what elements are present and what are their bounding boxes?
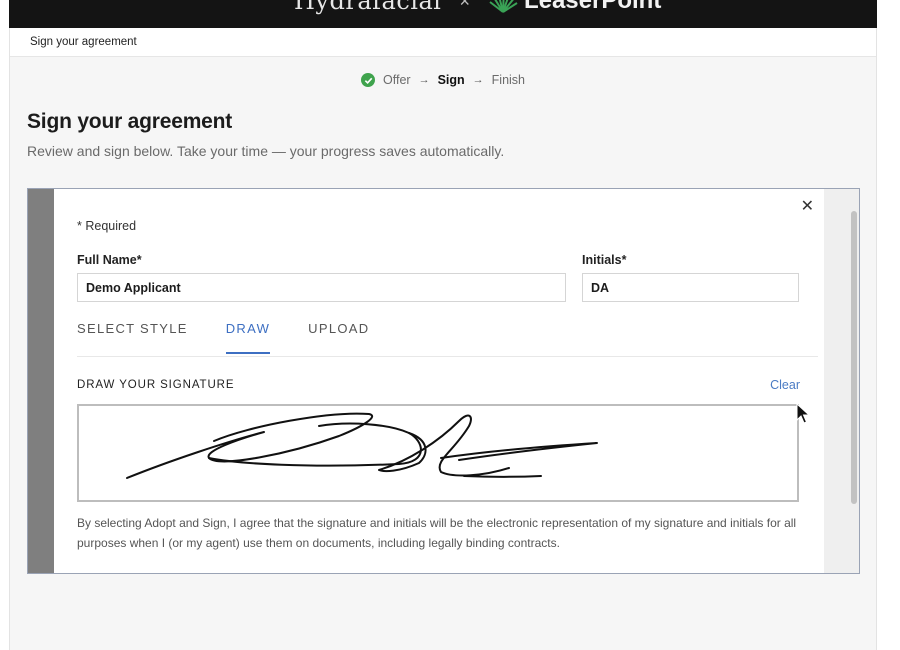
draw-signature-heading: DRAW YOUR SIGNATURE bbox=[77, 379, 235, 391]
full-name-label: Full Name* bbox=[77, 253, 142, 267]
arrow-right-icon: → bbox=[418, 74, 430, 86]
page-subtitle: Review and sign below. Take your time — … bbox=[27, 143, 505, 159]
initials-label: Initials* bbox=[582, 253, 627, 267]
tab-select-style[interactable]: SELECT STYLE bbox=[77, 321, 188, 351]
tab-draw[interactable]: DRAW bbox=[225, 321, 271, 354]
mouse-pointer-icon bbox=[796, 403, 810, 424]
legal-disclaimer: By selecting Adopt and Sign, I agree tha… bbox=[77, 516, 797, 550]
brand-lockup: Hydrafacial × LeaserPoint bbox=[294, 0, 661, 15]
arrow-right-icon: → bbox=[472, 74, 484, 86]
signature-tabs: SELECT STYLE DRAW UPLOAD bbox=[77, 321, 369, 354]
breadcrumb-label: Sign your agreement bbox=[30, 36, 137, 48]
scrollbar-track[interactable] bbox=[823, 189, 859, 573]
required-note: * Required bbox=[77, 219, 137, 233]
close-icon[interactable]: ✕ bbox=[801, 196, 814, 216]
step-finish: Finish bbox=[491, 73, 525, 87]
page-title: Sign your agreement bbox=[27, 110, 233, 133]
signature-modal: ✕ * Required Full Name* Initials* SELECT… bbox=[54, 189, 824, 573]
step-sign: Sign bbox=[437, 73, 465, 87]
scrollbar-thumb[interactable] bbox=[851, 211, 857, 504]
brand-left-logo: Hydrafacial bbox=[294, 0, 442, 15]
brand-right-logo: LeaserPoint bbox=[488, 0, 661, 15]
check-icon bbox=[361, 73, 375, 87]
top-banner: Hydrafacial × LeaserPoint bbox=[9, 0, 877, 28]
progress-stepper: Offer → Sign → Finish bbox=[10, 73, 876, 87]
signature-pad[interactable] bbox=[77, 404, 799, 502]
breadcrumb: Sign your agreement bbox=[10, 28, 876, 57]
step-offer: Offer bbox=[383, 73, 411, 87]
full-name-input[interactable] bbox=[77, 273, 566, 302]
leaf-logo-icon bbox=[489, 0, 518, 13]
clear-button[interactable]: Clear bbox=[770, 378, 800, 392]
tab-upload[interactable]: UPLOAD bbox=[308, 321, 369, 351]
signing-frame: ✕ * Required Full Name* Initials* SELECT… bbox=[27, 188, 860, 574]
tabs-divider bbox=[77, 356, 818, 357]
initials-input[interactable] bbox=[582, 273, 799, 302]
brand-right-text: LeaserPoint bbox=[523, 0, 662, 14]
page-container: Sign your agreement Offer → Sign → Finis… bbox=[9, 28, 877, 650]
brand-separator: × bbox=[459, 0, 470, 11]
drawn-signature bbox=[126, 412, 598, 479]
